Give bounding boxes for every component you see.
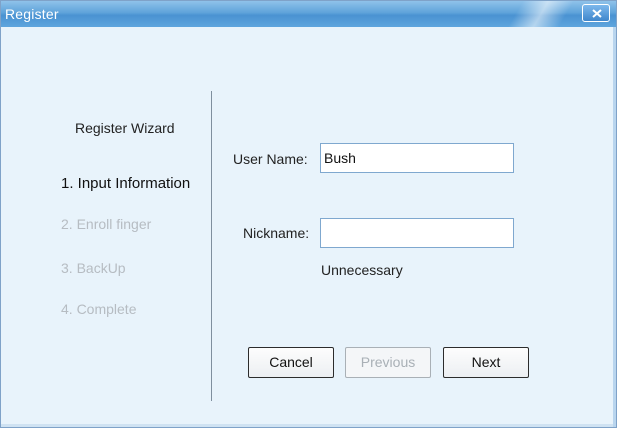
cancel-button[interactable]: Cancel bbox=[248, 347, 334, 378]
nickname-input[interactable] bbox=[320, 218, 514, 248]
step-backup: 3. BackUp bbox=[61, 260, 126, 276]
vertical-divider bbox=[211, 91, 212, 401]
next-button[interactable]: Next bbox=[443, 347, 529, 378]
title-bar-shine bbox=[506, 1, 576, 27]
title-bar[interactable]: Register bbox=[1, 1, 616, 27]
nickname-hint: Unnecessary bbox=[321, 262, 403, 278]
nickname-label: Nickname: bbox=[243, 225, 310, 241]
username-input[interactable] bbox=[320, 143, 514, 173]
wizard-title: Register Wizard bbox=[75, 120, 175, 136]
step-input-information: 1. Input Information bbox=[61, 175, 191, 192]
previous-button[interactable]: Previous bbox=[345, 347, 431, 378]
close-icon bbox=[592, 9, 602, 18]
step-enroll-finger: 2. Enroll finger bbox=[61, 216, 152, 232]
window-title: Register bbox=[5, 6, 59, 22]
username-label: User Name: bbox=[233, 151, 308, 167]
bottom-border bbox=[1, 424, 616, 427]
right-border bbox=[613, 27, 616, 427]
step-complete: 4. Complete bbox=[61, 301, 137, 317]
close-button[interactable] bbox=[582, 4, 610, 22]
dialog-content: Register Wizard 1. Input Information 2. … bbox=[1, 27, 616, 427]
register-window: Register Register Wizard 1. Input Inform… bbox=[0, 0, 617, 428]
